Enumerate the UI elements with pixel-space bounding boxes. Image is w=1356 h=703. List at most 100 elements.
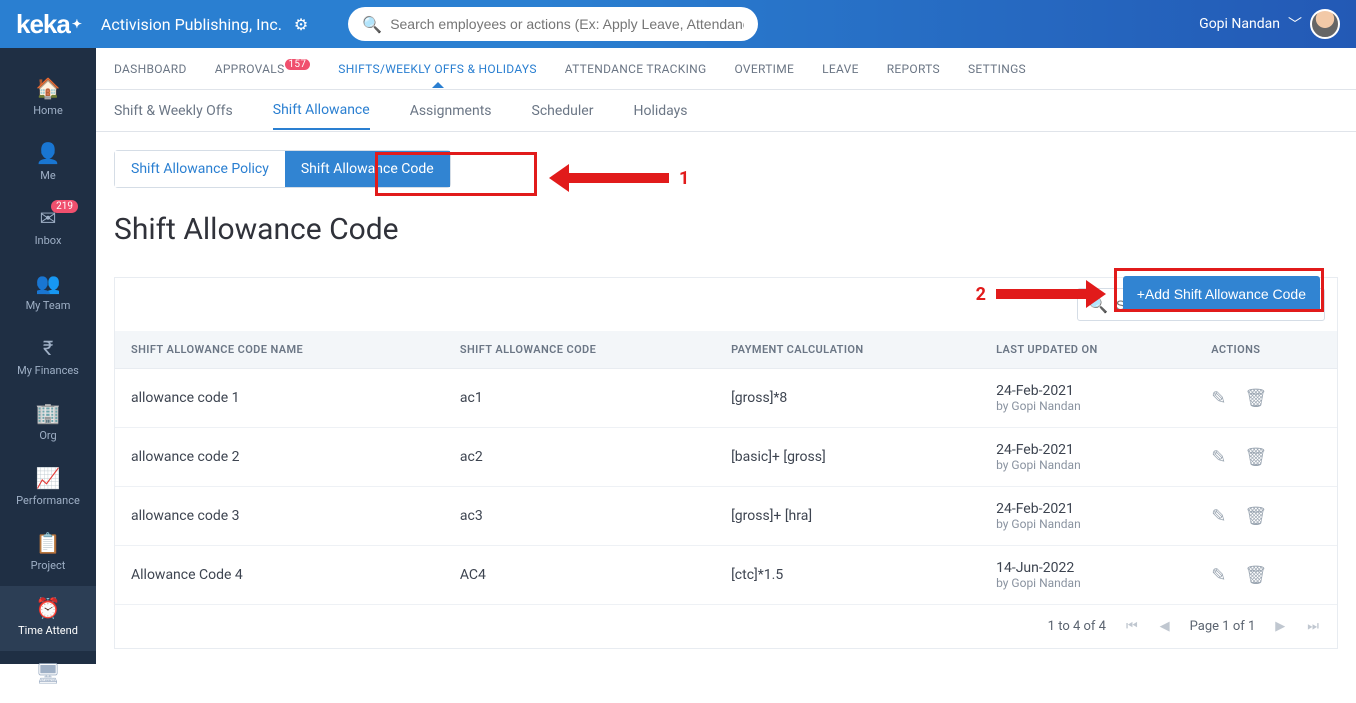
sidebar-item-myteam[interactable]: 👥My Team <box>0 261 96 326</box>
segment-policy[interactable]: Shift Allowance Policy <box>115 151 285 187</box>
cell-calc: [basic]+ [gross] <box>715 428 980 487</box>
cell-name: Allowance Code 4 <box>115 546 444 605</box>
cell-code: ac3 <box>444 487 715 546</box>
global-search-input[interactable] <box>390 16 744 32</box>
sidebar-item-label: Inbox <box>35 234 62 247</box>
cell-code: AC4 <box>444 546 715 605</box>
delete-icon[interactable]: 🗑 <box>1244 565 1267 586</box>
user-menu[interactable]: Gopi Nandan ﹀ <box>1199 9 1340 39</box>
tab-settings[interactable]: SETTINGS <box>968 62 1026 76</box>
rupee-icon: ₹ <box>0 336 96 360</box>
cell-actions: ✎🗑 <box>1195 428 1337 487</box>
chart-icon: 📈 <box>0 466 96 490</box>
table-row: allowance code 2ac2[basic]+ [gross]24-Fe… <box>115 428 1337 487</box>
sidebar-item-performance[interactable]: 📈 Performance <box>0 456 96 521</box>
sidebar-item-label: Performance <box>16 494 80 507</box>
sidebar-item-myfinances[interactable]: ₹ My Finances <box>0 326 96 391</box>
annotation-number-1: 1 <box>679 168 689 189</box>
tab-overtime[interactable]: OVERTIME <box>735 62 795 76</box>
tab-holidays[interactable]: Holidays <box>633 93 687 129</box>
global-search[interactable]: 🔍 <box>348 7 758 41</box>
tab-attendance-tracking[interactable]: ATTENDANCE TRACKING <box>565 62 707 76</box>
inbox-badge: 219 <box>51 200 78 213</box>
edit-icon[interactable]: ✎ <box>1211 388 1226 409</box>
clipboard-icon: 📋 <box>0 531 96 555</box>
keka-logo: keka✦ <box>16 9 81 40</box>
cell-name: allowance code 3 <box>115 487 444 546</box>
tab-scheduler[interactable]: Scheduler <box>532 93 594 129</box>
tab-shift-weekly-offs[interactable]: Shift & Weekly Offs <box>114 93 233 129</box>
annotation-number-2: 2 <box>976 284 986 305</box>
sidebar-item-inbox[interactable]: 219✉ Inbox <box>0 196 96 261</box>
cell-code: ac1 <box>444 369 715 428</box>
add-shift-allowance-code-button[interactable]: +Add Shift Allowance Code <box>1123 276 1320 312</box>
edit-icon[interactable]: ✎ <box>1211 447 1226 468</box>
col-updated: LAST UPDATED ON <box>980 331 1195 369</box>
sidebar-item-label: Time Attend <box>18 624 78 637</box>
table-row: allowance code 3ac3[gross]+ [hra]24-Feb-… <box>115 487 1337 546</box>
sidebar-item-timeattend[interactable]: ⏰ Time Attend <box>0 586 96 651</box>
table-footer: 1 to 4 of 4 ⏮ ◀ Page 1 of 1 ▶ ⏭ <box>115 605 1337 648</box>
tab-leave[interactable]: LEAVE <box>822 62 859 76</box>
cell-name: allowance code 2 <box>115 428 444 487</box>
sidebar-item-label: Me <box>40 169 55 182</box>
cell-updated: 24-Feb-2021by Gopi Nandan <box>980 487 1195 546</box>
company-name: Activision Publishing, Inc. <box>101 15 282 34</box>
tab-shifts[interactable]: SHIFTS/WEEKLY OFFS & HOLIDAYS <box>338 62 536 76</box>
tab-reports[interactable]: REPORTS <box>887 62 940 76</box>
sidebar-item-home[interactable]: 🏠Home <box>0 66 96 131</box>
tab-approvals[interactable]: APPROVALS157 <box>215 62 311 76</box>
pager-next-icon[interactable]: ▶ <box>1273 619 1287 634</box>
sidebar-item-org[interactable]: 🏢Org <box>0 391 96 456</box>
pager-first-icon[interactable]: ⏮ <box>1124 619 1140 634</box>
cell-updated: 24-Feb-2021by Gopi Nandan <box>980 369 1195 428</box>
tab-assignments[interactable]: Assignments <box>410 93 492 129</box>
pager-last-icon[interactable]: ⏭ <box>1305 619 1321 634</box>
delete-icon[interactable]: 🗑 <box>1244 506 1267 527</box>
topbar: keka✦ Activision Publishing, Inc. ⚙ 🔍 Go… <box>0 0 1356 48</box>
col-code: SHIFT ALLOWANCE CODE <box>444 331 715 369</box>
tab-dashboard[interactable]: DASHBOARD <box>114 62 187 76</box>
allowance-code-table: SHIFT ALLOWANCE CODE NAME SHIFT ALLOWANC… <box>115 331 1337 605</box>
sidebar-item-label: Project <box>31 559 66 572</box>
sidebar-item-label: My Finances <box>17 364 79 377</box>
cell-updated: 14-Jun-2022by Gopi Nandan <box>980 546 1195 605</box>
sidebar-item-label: Org <box>39 429 56 442</box>
sidebar-item-more[interactable]: 🖥 <box>0 651 96 703</box>
table-row: Allowance Code 4AC4[ctc]*1.514-Jun-2022b… <box>115 546 1337 605</box>
cell-actions: ✎🗑 <box>1195 546 1337 605</box>
sub-tabs: Shift & Weekly Offs Shift Allowance Assi… <box>96 90 1356 132</box>
cell-updated: 24-Feb-2021by Gopi Nandan <box>980 428 1195 487</box>
edit-icon[interactable]: ✎ <box>1211 565 1226 586</box>
sidebar-item-me[interactable]: 👤Me <box>0 131 96 196</box>
delete-icon[interactable]: 🗑 <box>1244 447 1267 468</box>
sidebar-item-project[interactable]: 📋 Project <box>0 521 96 586</box>
pager-prev-icon[interactable]: ◀ <box>1158 619 1172 634</box>
edit-icon[interactable]: ✎ <box>1211 506 1226 527</box>
gear-icon[interactable]: ⚙ <box>294 15 308 34</box>
footer-range: 1 to 4 of 4 <box>1048 619 1106 634</box>
data-card: 🔍 SHIFT ALLOWANCE CODE NAME SHIFT ALLOWA… <box>114 277 1338 649</box>
cell-calc: [ctc]*1.5 <box>715 546 980 605</box>
sidebar: 🏠Home 👤Me 219✉ Inbox 👥My Team ₹ My Finance… <box>0 48 96 664</box>
segment-code[interactable]: Shift Allowance Code <box>285 151 450 187</box>
cell-calc: [gross]+ [hra] <box>715 487 980 546</box>
footer-page: Page 1 of 1 <box>1190 619 1256 634</box>
tab-shift-allowance[interactable]: Shift Allowance <box>273 92 370 130</box>
page-body: Shift Allowance Policy Shift Allowance C… <box>96 132 1356 649</box>
annotation-arrow-1: 1 <box>549 164 689 192</box>
col-calc: PAYMENT CALCULATION <box>715 331 980 369</box>
approvals-badge: 157 <box>285 59 311 70</box>
sidebar-item-label: Home <box>33 104 63 117</box>
page-title: Shift Allowance Code <box>114 212 1338 247</box>
cell-name: allowance code 1 <box>115 369 444 428</box>
user-name: Gopi Nandan <box>1199 16 1280 32</box>
segment-switch: Shift Allowance Policy Shift Allowance C… <box>114 150 451 188</box>
team-icon: 👥 <box>0 271 96 295</box>
table-row: allowance code 1ac1[gross]*824-Feb-2021b… <box>115 369 1337 428</box>
clock-icon: ⏰ <box>0 596 96 620</box>
delete-icon[interactable]: 🗑 <box>1244 388 1267 409</box>
col-actions: ACTIONS <box>1195 331 1337 369</box>
inbox-icon: ✉ <box>0 206 96 230</box>
monitor-icon: 🖥 <box>0 661 96 685</box>
